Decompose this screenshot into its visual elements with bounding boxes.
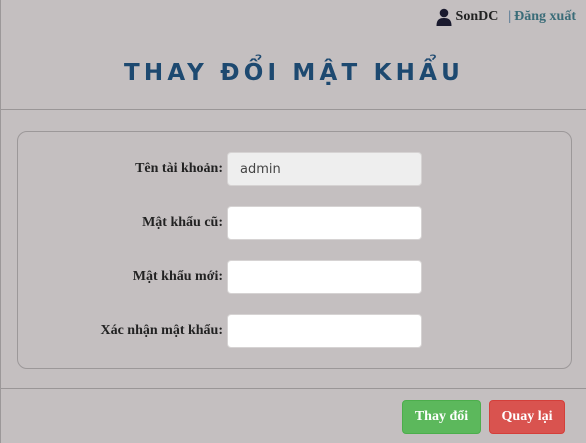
logout-link[interactable]: Đăng xuất [514, 9, 576, 25]
user-bar: SonDC | Đăng xuất [436, 8, 576, 26]
back-button[interactable]: Quay lại [489, 400, 565, 434]
divider-bottom [1, 388, 586, 389]
confirm-password-field[interactable] [227, 314, 422, 348]
confirm-password-row: Xác nhận mật khẩu: [18, 314, 571, 348]
save-button[interactable]: Thay đổi [402, 400, 481, 434]
new-password-field[interactable] [227, 260, 422, 294]
separator: | [508, 9, 512, 24]
username-label: SonDC [455, 9, 499, 24]
user-icon [436, 8, 452, 26]
username-row: Tên tài khoản: [18, 152, 571, 186]
old-password-field[interactable] [227, 206, 422, 240]
new-password-label: Mật khẩu mới: [132, 269, 223, 284]
username-field[interactable] [227, 152, 422, 186]
new-password-row: Mật khẩu mới: [18, 260, 571, 294]
change-password-form: Tên tài khoản: Mật khẩu cũ: Mật khẩu mới… [17, 131, 572, 369]
confirm-password-label: Xác nhận mật khẩu: [100, 323, 223, 338]
change-password-page: SonDC | Đăng xuất THAY ĐỔI MẬT KHẨU Tên … [0, 0, 586, 443]
old-password-label: Mật khẩu cũ: [142, 215, 223, 230]
old-password-row: Mật khẩu cũ: [18, 206, 571, 240]
page-title: THAY ĐỔI MẬT KHẨU [124, 60, 464, 86]
username-field-label: Tên tài khoản: [135, 161, 223, 176]
divider-top [1, 109, 586, 110]
